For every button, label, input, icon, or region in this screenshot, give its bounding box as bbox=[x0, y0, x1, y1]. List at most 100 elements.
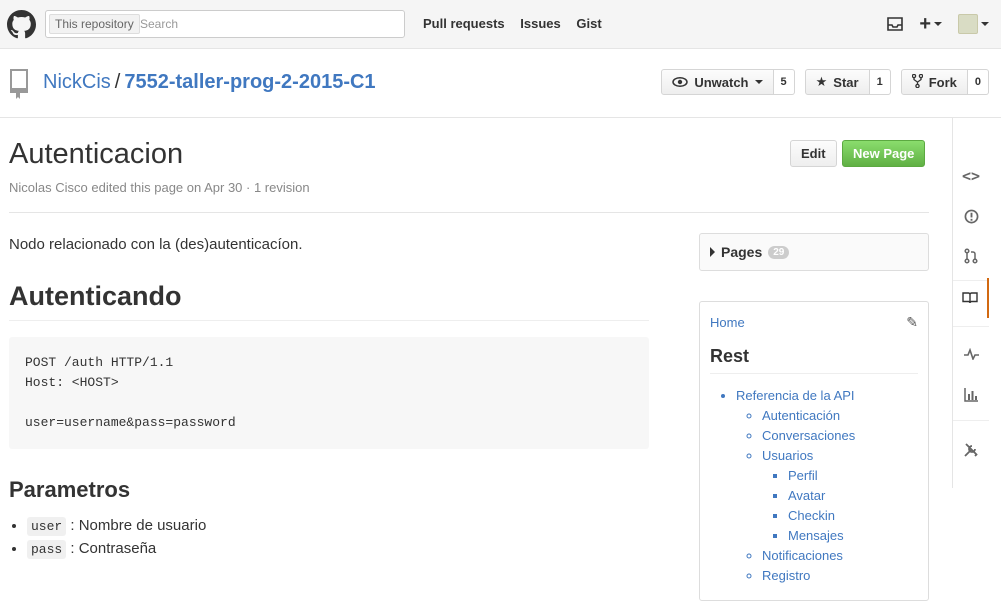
fork-icon bbox=[911, 73, 923, 91]
issue-icon bbox=[964, 209, 978, 223]
site-header: This repository Pull requests Issues Gis… bbox=[0, 0, 1001, 49]
pages-label: Pages bbox=[721, 244, 763, 260]
new-page-button[interactable]: New Page bbox=[842, 140, 926, 167]
toc-item-api[interactable]: Referencia de la API Autenticación Conve… bbox=[736, 386, 918, 586]
toc-list: Referencia de la API Autenticación Conve… bbox=[710, 386, 918, 586]
pulse-tab[interactable] bbox=[953, 334, 989, 374]
wiki-body: Nodo relacionado con la (des)autenticací… bbox=[9, 236, 649, 563]
list-item: pass : Contraseña bbox=[27, 540, 649, 559]
chevron-down-icon bbox=[754, 80, 763, 84]
code-tab[interactable]: <> bbox=[953, 156, 989, 196]
repo-actions: Unwatch 5 ★ Star 1 Fork 0 bbox=[651, 69, 989, 95]
pages-count-badge: 29 bbox=[768, 245, 790, 259]
repo-path-separator: / bbox=[114, 71, 121, 93]
eye-icon bbox=[672, 75, 689, 90]
nav-issues[interactable]: Issues bbox=[520, 16, 560, 31]
star-group: ★ Star 1 bbox=[804, 69, 891, 95]
plus-icon: + bbox=[919, 13, 931, 35]
pulse-icon bbox=[963, 348, 979, 360]
tools-icon bbox=[964, 443, 978, 457]
toc-item-perfil[interactable]: Perfil bbox=[788, 466, 918, 486]
plus-menu-button[interactable]: + bbox=[919, 14, 942, 34]
edit-button[interactable]: Edit bbox=[790, 140, 837, 167]
star-button[interactable]: ★ Star bbox=[804, 69, 870, 95]
toc-link[interactable]: Notificaciones bbox=[762, 548, 843, 563]
toc-item-registro[interactable]: Registro bbox=[762, 566, 918, 586]
toc-item-checkin[interactable]: Checkin bbox=[788, 506, 918, 526]
param-desc: : Contraseña bbox=[70, 540, 157, 557]
toc-item-usuarios[interactable]: Usuarios Perfil Avatar Checkin Mensajes bbox=[762, 446, 918, 546]
nav-pull-requests[interactable]: Pull requests bbox=[423, 16, 505, 31]
search-scope-label: This repository bbox=[49, 14, 140, 34]
pages-toggle[interactable]: Pages 29 bbox=[699, 233, 929, 271]
unwatch-button[interactable]: Unwatch bbox=[661, 69, 774, 95]
wiki-tab[interactable] bbox=[953, 278, 989, 318]
code-icon: <> bbox=[961, 167, 981, 185]
toc-item-conversaciones[interactable]: Conversaciones bbox=[762, 426, 918, 446]
pull-requests-tab[interactable] bbox=[953, 236, 989, 276]
watch-group: Unwatch 5 bbox=[661, 69, 795, 95]
toc-link[interactable]: Perfil bbox=[788, 468, 818, 483]
param-code: pass bbox=[27, 540, 67, 559]
divider bbox=[953, 420, 989, 421]
toc-link[interactable]: Referencia de la API bbox=[736, 388, 855, 403]
search-box: This repository bbox=[45, 10, 405, 38]
toc-item-notificaciones[interactable]: Notificaciones bbox=[762, 546, 918, 566]
fork-group: Fork 0 bbox=[900, 69, 989, 95]
settings-tab[interactable] bbox=[953, 430, 989, 470]
toc-link[interactable]: Conversaciones bbox=[762, 428, 855, 443]
toc-link[interactable]: Autenticación bbox=[762, 408, 840, 423]
header-nav: Pull requests Issues Gist bbox=[423, 16, 614, 31]
toc-link[interactable]: Usuarios bbox=[762, 448, 813, 463]
star-label: Star bbox=[833, 74, 859, 90]
params-list: user : Nombre de usuario pass : Contrase… bbox=[9, 517, 649, 559]
pencil-icon[interactable]: ✎ bbox=[906, 314, 918, 331]
repo-book-icon bbox=[10, 69, 28, 99]
divider bbox=[9, 212, 929, 213]
chevron-down-icon bbox=[934, 22, 942, 26]
chevron-down-icon bbox=[981, 22, 989, 26]
fork-button[interactable]: Fork bbox=[900, 69, 968, 95]
watchers-count[interactable]: 5 bbox=[773, 69, 795, 95]
graphs-tab[interactable] bbox=[953, 374, 989, 414]
search-input[interactable] bbox=[140, 14, 400, 34]
github-logo-icon[interactable] bbox=[7, 10, 36, 39]
section-heading-autenticando: Autenticando bbox=[9, 281, 649, 321]
graph-icon bbox=[963, 387, 978, 402]
stars-count[interactable]: 1 bbox=[869, 69, 891, 95]
param-desc: : Nombre de usuario bbox=[70, 517, 207, 534]
toc-item-avatar[interactable]: Avatar bbox=[788, 486, 918, 506]
intro-text: Nodo relacionado con la (des)autenticací… bbox=[9, 236, 303, 253]
user-menu-button[interactable] bbox=[958, 14, 989, 34]
inbox-icon[interactable] bbox=[887, 17, 904, 31]
repo-name-link[interactable]: 7552-taller-prog-2-2015-C1 bbox=[124, 71, 375, 93]
toc-link[interactable]: Mensajes bbox=[788, 528, 844, 543]
divider bbox=[953, 326, 989, 327]
sidebar-heading-rest: Rest bbox=[710, 346, 918, 374]
repo-header: NickCis/7552-taller-prog-2-2015-C1 Unwat… bbox=[0, 49, 1001, 118]
toc-item-mensajes[interactable]: Mensajes bbox=[788, 526, 918, 546]
toc-link[interactable]: Checkin bbox=[788, 508, 835, 523]
issues-tab[interactable] bbox=[953, 196, 989, 236]
repo-nav-rail: <> bbox=[952, 118, 1001, 488]
toc-link[interactable]: Registro bbox=[762, 568, 810, 583]
header-actions: + bbox=[871, 12, 989, 36]
unwatch-label: Unwatch bbox=[694, 74, 749, 90]
param-code: user bbox=[27, 517, 67, 536]
list-item: user : Nombre de usuario bbox=[27, 517, 649, 536]
page-title: Autenticacion bbox=[9, 138, 184, 170]
repo-owner-link[interactable]: NickCis bbox=[43, 71, 111, 93]
wiki-sidebar: Home ✎ Rest Referencia de la API Autenti… bbox=[699, 301, 929, 601]
pull-request-icon bbox=[964, 248, 978, 264]
sidebar-home-link[interactable]: Home bbox=[710, 315, 745, 330]
fork-label: Fork bbox=[928, 74, 957, 90]
nav-gist[interactable]: Gist bbox=[576, 16, 601, 31]
section-heading-parametros: Parametros bbox=[9, 477, 131, 502]
forks-count[interactable]: 0 bbox=[967, 69, 989, 95]
wiki-page: Autenticacion Edit New Page Nicolas Cisc… bbox=[9, 118, 929, 601]
triangle-right-icon bbox=[710, 247, 715, 257]
toc-item-autenticacion[interactable]: Autenticación bbox=[762, 406, 918, 426]
code-block: POST /auth HTTP/1.1 Host: <HOST> user=us… bbox=[9, 337, 649, 449]
avatar bbox=[958, 14, 978, 34]
toc-link[interactable]: Avatar bbox=[788, 488, 825, 503]
